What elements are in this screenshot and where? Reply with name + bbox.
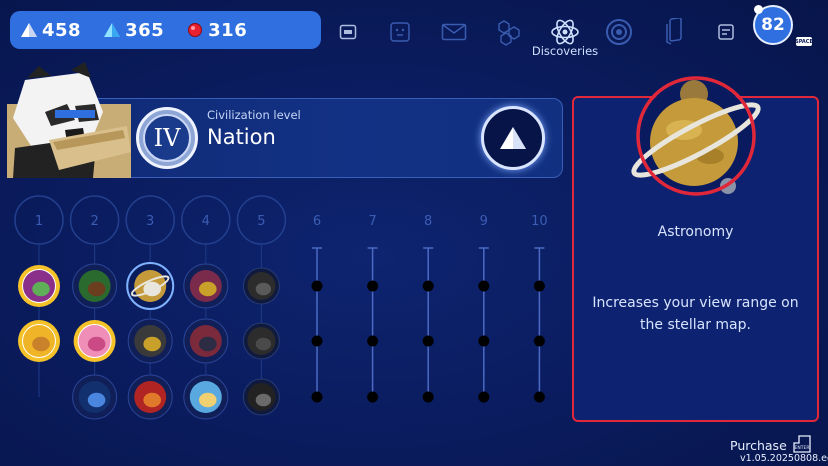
tech-node-scroll[interactable] — [17, 319, 61, 363]
tech-node-bonsai[interactable] — [73, 264, 117, 308]
locked-slot-dot — [311, 335, 323, 347]
discovery-description-line: the stellar map. — [640, 317, 751, 333]
discovery-description-line: Increases your view range on — [592, 295, 799, 311]
locked-slot-dot — [533, 280, 545, 292]
tech-node-brain[interactable] — [73, 319, 117, 363]
tech-node-blueprint[interactable] — [73, 375, 117, 419]
tech-node-gold-ore[interactable] — [184, 264, 228, 308]
game-screen: 458 365 316 Discoveries 82 SPACE IV Civi… — [0, 0, 828, 466]
tech-node-gem[interactable] — [239, 319, 283, 363]
column-number: 3 — [146, 214, 154, 229]
locked-slot-dot — [367, 280, 379, 292]
column-number: 1 — [35, 214, 43, 229]
column-number: 9 — [480, 214, 488, 229]
column-number: 2 — [90, 214, 98, 229]
locked-slot-dot — [533, 391, 545, 403]
column-number: 8 — [424, 214, 432, 229]
tech-node-rock[interactable] — [239, 264, 283, 308]
tech-node-ore[interactable] — [128, 319, 172, 363]
locked-slot-dot — [478, 391, 490, 403]
version-label: v1.05.20250808.ed — [740, 453, 828, 464]
planet-icon — [631, 76, 761, 196]
column-number: 5 — [257, 214, 265, 229]
locked-slot-dot — [367, 391, 379, 403]
tech-node-crate[interactable] — [184, 319, 228, 363]
locked-slot-dot — [311, 391, 323, 403]
locked-slot-dot — [422, 280, 434, 292]
tech-node-gear[interactable] — [239, 375, 283, 419]
tech-node-sunburst[interactable] — [184, 375, 228, 419]
discovery-title: Astronomy — [657, 224, 734, 240]
locked-slot-dot — [311, 280, 323, 292]
discovery-description: Increases your view range on the stellar… — [582, 292, 809, 336]
locked-slot-dot — [422, 391, 434, 403]
locked-slot-dot — [478, 335, 490, 347]
tech-node-handshake[interactable] — [17, 264, 61, 308]
locked-slot-dot — [478, 280, 490, 292]
locked-slot-dot — [533, 335, 545, 347]
purchase-button[interactable]: Purchase — [730, 438, 787, 453]
column-number: 4 — [202, 214, 210, 229]
column-number: 10 — [531, 214, 548, 229]
column-number: 7 — [368, 214, 376, 229]
tech-node-planet[interactable] — [128, 264, 172, 308]
svg-text:ENTER: ENTER — [795, 445, 810, 451]
tech-node-helmet[interactable] — [128, 375, 172, 419]
column-number: 6 — [313, 214, 321, 229]
locked-slot-dot — [422, 335, 434, 347]
locked-slot-dot — [367, 335, 379, 347]
enter-key-icon: ENTER — [793, 435, 811, 453]
